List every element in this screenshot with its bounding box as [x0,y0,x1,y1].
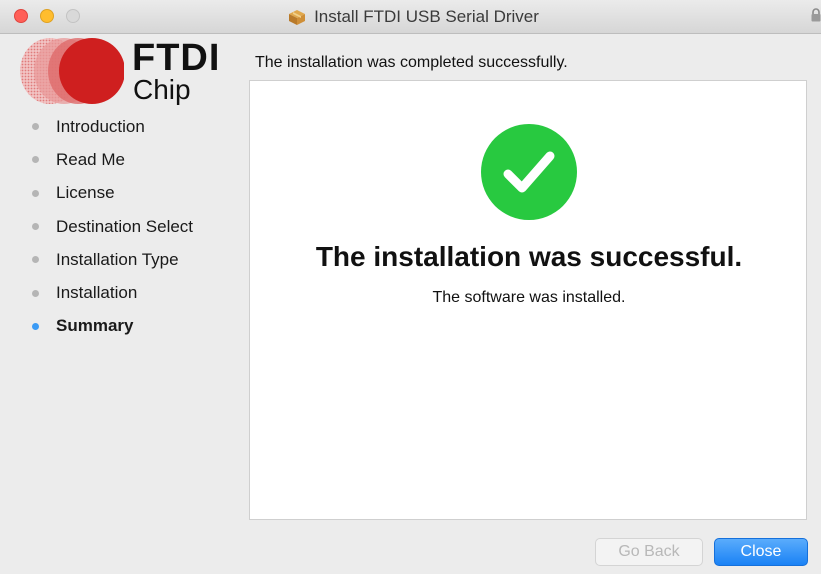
step-installation: Installation [0,276,250,309]
installer-steps: Introduction Read Me License Destination… [0,110,250,343]
step-label: Installation Type [56,249,179,269]
go-back-button[interactable]: Go Back [595,538,703,566]
step-summary: Summary [0,310,250,343]
success-badge [481,124,577,220]
close-button[interactable]: Close [714,538,808,566]
logo-sub-text: Chip [133,74,191,105]
sidebar: FTDI Chip Introduction Read Me License D… [0,34,250,574]
step-label: Installation [56,283,138,303]
success-headline: The installation was successful. [315,241,743,272]
summary-panel: The installation was successful. The sof… [249,80,807,520]
step-bullet-icon [32,189,39,197]
installer-window: Install FTDI USB Serial Driver FTDI Chip… [0,0,821,574]
step-installation-type: Installation Type [0,243,250,276]
success-detail: The software was installed. [432,289,626,306]
step-label: Summary [56,316,134,336]
window-title: Install FTDI USB Serial Driver [314,7,539,26]
checkmark-icon [503,151,555,193]
lock-icon [811,8,821,22]
step-bullet-icon [32,289,39,297]
step-label: License [56,183,115,203]
step-label: Introduction [56,116,145,136]
step-license: License [0,177,250,210]
step-label: Read Me [56,149,125,169]
step-bullet-icon [32,123,39,131]
title-bar[interactable]: Install FTDI USB Serial Driver [0,0,821,34]
step-bullet-icon [32,223,39,231]
ftdi-logo: FTDI Chip [12,36,219,106]
step-label: Destination Select [56,216,194,236]
step-bullet-icon [32,256,39,264]
ftdi-logo-mark [20,38,124,104]
step-introduction: Introduction [0,110,250,143]
page-subtitle: The installation was completed successfu… [255,54,568,71]
step-read-me: Read Me [0,143,250,176]
window-title-group: Install FTDI USB Serial Driver [0,0,821,34]
package-icon [289,10,306,25]
step-bullet-icon [32,156,39,164]
step-destination-select: Destination Select [0,210,250,243]
step-bullet-active-icon [32,322,39,330]
